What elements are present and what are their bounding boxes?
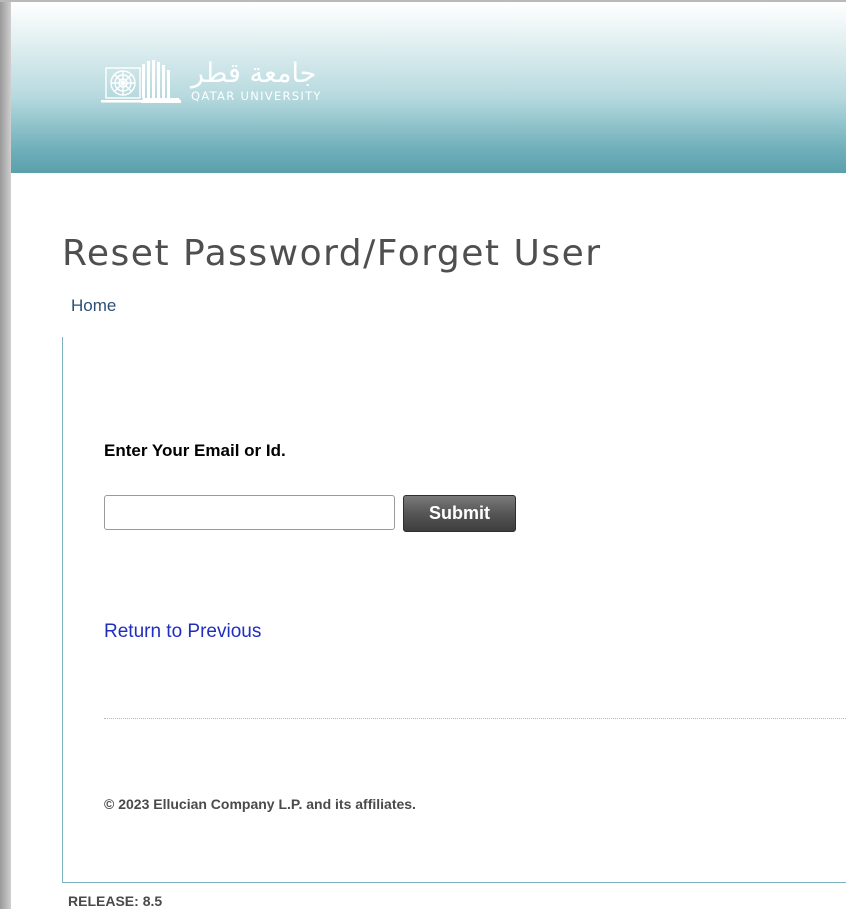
logo-english-name: QATAR UNIVERSITY — [191, 88, 322, 103]
copyright-text: © 2023 Ellucian Company L.P. and its aff… — [104, 796, 416, 812]
footer-divider — [104, 718, 846, 719]
release-version: 8.5 — [142, 893, 163, 909]
page-title: Reset Password/Forget User — [62, 233, 602, 274]
release-label: RELEASE: — [68, 893, 139, 909]
return-to-previous-link[interactable]: Return to Previous — [104, 621, 261, 643]
university-logo[interactable]: جامعة قطر QATAR UNIVERSITY — [99, 54, 322, 108]
submit-button[interactable]: Submit — [403, 495, 516, 532]
page-frame: جامعة قطر QATAR UNIVERSITY Reset Passwor… — [0, 0, 846, 909]
email-id-input[interactable] — [104, 495, 395, 530]
email-id-label: Enter Your Email or Id. — [104, 441, 286, 460]
logo-wordmark: جامعة قطر QATAR UNIVERSITY — [191, 57, 322, 103]
breadcrumb-home-link[interactable]: Home — [71, 296, 116, 316]
qatar-university-emblem-icon — [101, 60, 181, 103]
left-window-gutter — [0, 0, 11, 909]
header-banner: جامعة قطر QATAR UNIVERSITY — [11, 2, 846, 173]
logo-arabic-name: جامعة قطر — [191, 57, 317, 89]
release-info: RELEASE: 8.5 — [68, 893, 162, 909]
